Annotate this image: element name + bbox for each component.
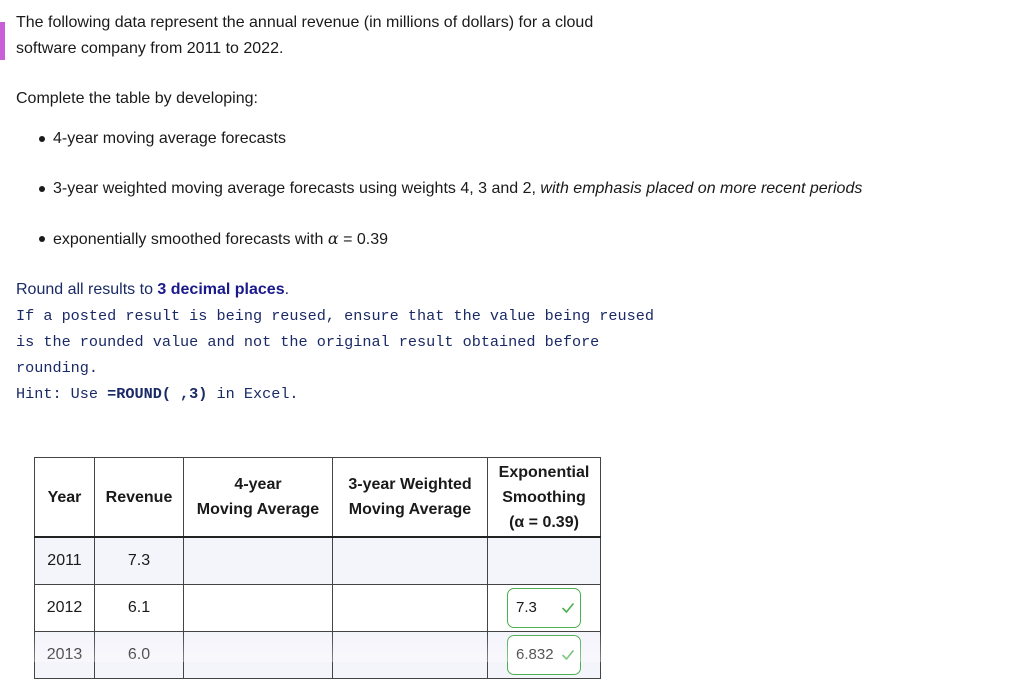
cell-year: 2012 [34, 584, 95, 632]
cell-weighted-moving-average [332, 631, 488, 679]
task-list: 4-year moving average forecasts 3-year w… [16, 126, 1006, 252]
header-wma-line1: 3-year Weighted [348, 476, 472, 493]
cell-exponential-smoothing: 6.832 [487, 631, 601, 679]
problem-instruction: Complete the table by developing: [16, 90, 258, 107]
alpha-symbol: α [327, 229, 339, 248]
cell-revenue: 7.3 [94, 536, 184, 585]
cell-moving-average [183, 536, 333, 585]
cell-exponential-smoothing [487, 536, 601, 585]
reuse-note: If a posted result is being reused, ensu… [16, 307, 654, 377]
excel-hint: Hint: Use =ROUND( ,3) in Excel. [16, 381, 1006, 407]
cell-year: 2011 [34, 536, 95, 585]
excel-hint-suffix: in Excel. [207, 385, 299, 403]
rounding-note-prefix: Round all results to [16, 281, 158, 298]
task-item-weighted-average: 3-year weighted moving average forecasts… [16, 176, 1006, 201]
question-accent-bar [0, 22, 5, 60]
alpha-value: = 0.39 [338, 231, 388, 248]
header-moving-average: 4-year Moving Average [183, 457, 333, 538]
task-item-moving-average: 4-year moving average forecasts [16, 126, 1006, 151]
task-item-label: exponentially smoothed forecasts with [53, 231, 328, 248]
excel-hint-prefix: Hint: Use [16, 385, 108, 403]
forecast-table: Year Revenue 4-year Moving Average 3-yea… [34, 457, 601, 679]
cell-moving-average [183, 631, 333, 679]
header-es-line2: Smoothing [502, 488, 586, 506]
es-answer-input[interactable]: 7.3 [507, 588, 581, 628]
question-content: The following data represent the annual … [16, 10, 1006, 407]
header-exponential-smoothing: Exponential Smoothing (α = 0.39) [487, 457, 601, 538]
header-ma-line1: 4-year [234, 476, 282, 493]
task-item-label: 4-year moving average forecasts [53, 130, 286, 147]
cell-weighted-moving-average [332, 584, 488, 632]
header-revenue: Revenue [94, 457, 184, 538]
check-icon [562, 603, 574, 613]
rounding-note-suffix: . [284, 281, 290, 298]
table-row: 2012 6.1 7.3 [34, 584, 601, 632]
cell-weighted-moving-average [332, 536, 488, 585]
table-row: 2013 6.0 6.832 [34, 631, 601, 679]
header-year: Year [34, 457, 95, 538]
header-revenue-label: Revenue [105, 488, 173, 506]
es-answer-input[interactable]: 6.832 [507, 635, 581, 675]
header-year-label: Year [47, 488, 82, 506]
task-item-label: 3-year weighted moving average forecasts… [53, 180, 541, 197]
cell-moving-average [183, 584, 333, 632]
header-weighted-moving-average: 3-year Weighted Moving Average [332, 457, 488, 538]
cell-revenue: 6.1 [94, 584, 184, 632]
cell-year: 2013 [34, 631, 95, 679]
cell-revenue: 6.0 [94, 631, 184, 679]
excel-hint-function: =ROUND( ,3) [107, 385, 208, 403]
table-header-row: Year Revenue 4-year Moving Average 3-yea… [34, 457, 601, 538]
es-answer-value: 6.832 [516, 646, 554, 663]
task-item-exponential-smoothing: exponentially smoothed forecasts with α … [16, 226, 1006, 252]
header-es-line3: (α = 0.39) [509, 513, 579, 531]
check-icon [562, 650, 574, 660]
es-answer-value: 7.3 [516, 599, 537, 616]
header-ma-line2: Moving Average [196, 501, 320, 518]
problem-intro: The following data represent the annual … [16, 14, 594, 57]
cell-exponential-smoothing: 7.3 [487, 584, 601, 632]
header-wma-line2: Moving Average [348, 501, 472, 518]
table-row: 2011 7.3 [34, 536, 601, 585]
task-item-emphasis: with emphasis placed on more recent peri… [540, 180, 863, 197]
header-es-line1: Exponential [498, 463, 590, 481]
rounding-note-decimals: 3 decimal places [157, 281, 285, 298]
rounding-note: Round all results to 3 decimal places. [16, 277, 1006, 303]
